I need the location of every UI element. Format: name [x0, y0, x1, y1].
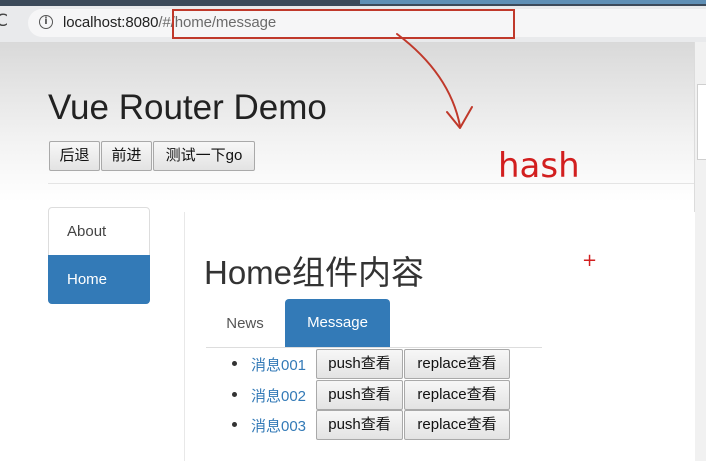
hash-highlight-box — [172, 9, 515, 39]
tab-news[interactable]: News — [206, 300, 284, 347]
tab-message[interactable]: Message — [285, 299, 390, 347]
reload-icon[interactable]: C — [0, 11, 8, 31]
home-heading: Home组件内容 — [204, 254, 425, 291]
push-view-button-002[interactable]: push查看 — [316, 380, 403, 410]
nav-item-about[interactable]: About — [49, 208, 149, 255]
url-host: localhost:8080 — [63, 14, 159, 31]
forward-button[interactable]: 前进 — [101, 141, 152, 171]
back-button[interactable]: 后退 — [49, 141, 100, 171]
nav-item-home[interactable]: Home — [48, 255, 150, 304]
list-bullet — [232, 392, 237, 397]
hash-annotation: hash — [498, 146, 580, 186]
tabs-divider — [206, 347, 542, 348]
replace-view-button-003[interactable]: replace查看 — [404, 410, 510, 440]
replace-view-button-001[interactable]: replace查看 — [404, 349, 510, 379]
plus-annotation: + — [582, 250, 598, 271]
list-bullet — [232, 361, 237, 366]
browser-tab-strip — [360, 0, 706, 4]
list-bullet — [232, 422, 237, 427]
message-link-001[interactable]: 消息001 — [251, 354, 306, 375]
info-icon[interactable]: i — [39, 15, 53, 29]
go-test-button[interactable]: 测试一下go — [153, 141, 255, 171]
push-view-button-001[interactable]: push查看 — [316, 349, 403, 379]
push-view-button-003[interactable]: push查看 — [316, 410, 403, 440]
header-divider — [48, 183, 694, 184]
message-link-003[interactable]: 消息003 — [251, 415, 306, 436]
message-link-002[interactable]: 消息002 — [251, 385, 306, 406]
scrollbar-thumb[interactable] — [697, 84, 706, 160]
replace-view-button-002[interactable]: replace查看 — [404, 380, 510, 410]
page-title: Vue Router Demo — [48, 88, 327, 127]
